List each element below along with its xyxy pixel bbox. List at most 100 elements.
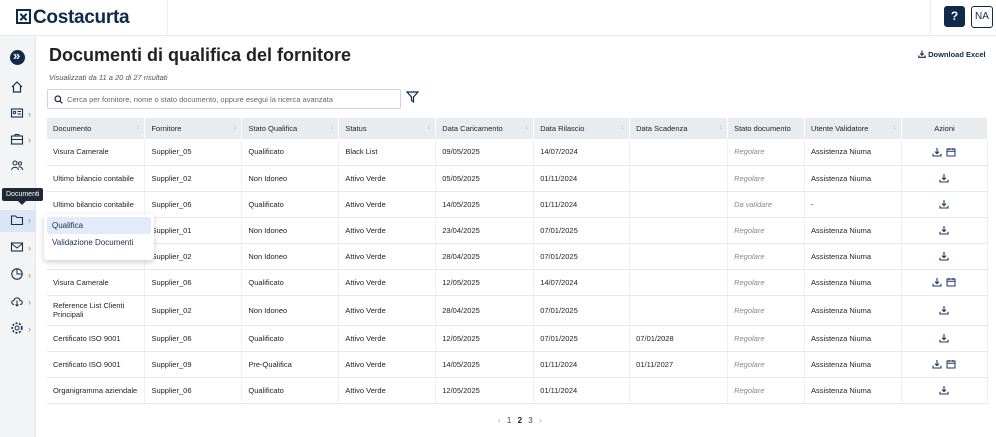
chevron-right-icon: › bbox=[28, 297, 31, 307]
gear-icon bbox=[11, 322, 23, 334]
cell-scadenza bbox=[629, 217, 729, 244]
download-icon[interactable] bbox=[939, 173, 950, 183]
page-link[interactable]: 3 bbox=[528, 416, 532, 425]
cell-caricamento: 12/05/2025 bbox=[435, 269, 535, 296]
cell-status: Attivo Verde bbox=[338, 165, 437, 192]
column-header[interactable]: Documento ↕ bbox=[47, 118, 146, 139]
column-header[interactable]: Stato documento bbox=[727, 118, 806, 139]
cell-scadenza bbox=[629, 295, 729, 326]
table-row[interactable]: Visura Camerale Supplier_05 Qualificato Bla… bbox=[47, 139, 989, 166]
sidebar-item-settings[interactable]: › bbox=[0, 319, 36, 339]
chevron-right-icon: › bbox=[28, 324, 31, 334]
table-row[interactable]: Ultimo bilancio contabile Supplier_02 Non … bbox=[47, 165, 989, 192]
download-icon bbox=[918, 50, 926, 58]
prev-page-icon[interactable]: ‹ bbox=[498, 416, 501, 425]
download-icon[interactable] bbox=[939, 333, 950, 343]
home-icon bbox=[11, 81, 23, 93]
cell-stato-doc: Regolare bbox=[727, 351, 806, 378]
cell-scadenza bbox=[629, 269, 729, 296]
sidebar-item-upload[interactable]: › bbox=[0, 292, 36, 312]
sidebar-item-briefcase[interactable]: › bbox=[0, 130, 36, 150]
calendar-icon[interactable] bbox=[946, 359, 956, 369]
sidebar-item-documenti[interactable]: › bbox=[0, 210, 36, 232]
sidebar-item-mail[interactable]: › bbox=[0, 238, 36, 258]
search-input[interactable]: Cerca per fornitore, nome o stato docume… bbox=[47, 89, 401, 109]
page-title: Documenti di qualifica del fornitore bbox=[49, 45, 352, 65]
table-row[interactable]: Supplier_02 Non Idoneo Attivo Verde 28/04/2… bbox=[47, 243, 989, 270]
cell-actions bbox=[901, 295, 989, 326]
sidebar-tooltip: Documenti bbox=[2, 188, 44, 205]
table-row[interactable]: Visura Camerale Supplier_06 Qualificato Att… bbox=[47, 269, 989, 296]
cell-stato-doc: Da validare bbox=[727, 191, 806, 218]
divider bbox=[167, 0, 168, 36]
column-header[interactable]: Data Caricamento ↕ bbox=[435, 118, 535, 139]
cell-rilascio: 14/07/2024 bbox=[533, 269, 631, 296]
sidebar-expand-icon[interactable] bbox=[10, 48, 25, 65]
download-excel-button[interactable]: Download Excel bbox=[918, 50, 986, 59]
cell-scadenza bbox=[629, 139, 729, 166]
logo-mark-icon bbox=[16, 9, 31, 24]
submenu-item-qualifica[interactable]: Qualifica bbox=[47, 217, 151, 234]
submenu-item-validazione-documenti[interactable]: Validazione Documenti bbox=[47, 234, 151, 251]
cell-scadenza bbox=[629, 243, 729, 270]
table-row[interactable]: Certificato ISO 9001 Supplier_06 Qualifica… bbox=[47, 325, 989, 352]
download-icon[interactable] bbox=[932, 277, 943, 287]
calendar-icon[interactable] bbox=[946, 147, 956, 157]
download-icon[interactable] bbox=[932, 359, 943, 369]
cell-validatore: Assistenza Niuma bbox=[804, 351, 902, 378]
download-icon[interactable] bbox=[932, 147, 943, 157]
page-link[interactable]: 1 bbox=[507, 416, 511, 425]
column-header[interactable]: Fornitore ↕ bbox=[144, 118, 243, 139]
download-excel-label: Download Excel bbox=[928, 50, 986, 59]
table-row[interactable]: Supplier_01 Non Idoneo Attivo Verde 23/04/2… bbox=[47, 217, 989, 244]
page-link-current[interactable]: 2 bbox=[518, 416, 522, 425]
cell-status: Attivo Verde bbox=[338, 325, 437, 352]
cell-status: Attivo Verde bbox=[338, 351, 437, 378]
cell-documento: Organigramma aziendale bbox=[47, 377, 146, 404]
cell-validatore: Assistenza Niuma bbox=[804, 377, 902, 404]
cell-rilascio: 07/01/2025 bbox=[533, 217, 631, 244]
column-header[interactable]: Stato Qualifica ↕ bbox=[241, 118, 340, 139]
sidebar-item-home[interactable] bbox=[0, 78, 36, 98]
filter-icon[interactable] bbox=[406, 91, 419, 103]
user-avatar-button[interactable]: NA bbox=[971, 6, 993, 28]
download-icon[interactable] bbox=[939, 305, 950, 315]
cell-rilascio: 07/01/2025 bbox=[533, 243, 631, 270]
download-icon[interactable] bbox=[939, 199, 950, 209]
cell-status: Attivo Verde bbox=[338, 269, 437, 296]
calendar-icon[interactable] bbox=[946, 277, 956, 287]
cell-status: Black List bbox=[338, 139, 437, 166]
table-row[interactable]: Organigramma aziendale Supplier_06 Qualifi… bbox=[47, 377, 989, 404]
cell-documento: Reference List Clienti Principali bbox=[47, 295, 146, 326]
next-page-icon[interactable]: › bbox=[539, 416, 542, 425]
cell-actions bbox=[901, 269, 989, 296]
download-icon[interactable] bbox=[939, 251, 950, 261]
help-button[interactable]: ? bbox=[944, 6, 965, 27]
table-row[interactable]: Ultimo bilancio contabile Supplier_06 Qual… bbox=[47, 191, 989, 218]
table-row[interactable]: Certificato ISO 9001 Supplier_09 Pre-Quali… bbox=[47, 351, 989, 378]
briefcase-icon bbox=[10, 134, 24, 145]
sidebar-item-analytics[interactable]: › bbox=[0, 265, 36, 285]
documents-table: Documento ↕ Fornitore ↕ Stato Qualifica ↕ S… bbox=[47, 118, 989, 404]
brand-logo[interactable]: Costacurta bbox=[16, 7, 130, 29]
folder-icon bbox=[10, 215, 24, 226]
cloud-download-icon bbox=[11, 297, 23, 307]
table-row[interactable]: Reference List Clienti Principali Supplie… bbox=[47, 295, 989, 326]
column-header[interactable]: Data Scadenza ↕ bbox=[629, 118, 729, 139]
column-header[interactable]: Utente Validatore ↕ bbox=[804, 118, 902, 139]
cell-stato-doc: Regolare bbox=[727, 165, 806, 192]
cell-stato-qualifica: Qualificato bbox=[241, 139, 340, 166]
cell-caricamento: 05/05/2025 bbox=[435, 165, 535, 192]
sort-icon: ↕ bbox=[525, 125, 529, 131]
cell-caricamento: 28/04/2025 bbox=[435, 243, 535, 270]
sort-icon: ↕ bbox=[892, 125, 896, 131]
cell-status: Attivo Verde bbox=[338, 295, 437, 326]
column-header[interactable]: Status ↕ bbox=[338, 118, 437, 139]
download-icon[interactable] bbox=[939, 225, 950, 235]
column-header[interactable]: Data Rilascio ↕ bbox=[533, 118, 631, 139]
download-icon[interactable] bbox=[939, 385, 950, 395]
sort-icon: ↕ bbox=[621, 125, 625, 131]
sidebar-item-users[interactable] bbox=[0, 156, 36, 176]
cell-rilascio: 01/11/2024 bbox=[533, 191, 631, 218]
sidebar-item-anagrafica[interactable]: › bbox=[0, 104, 36, 124]
